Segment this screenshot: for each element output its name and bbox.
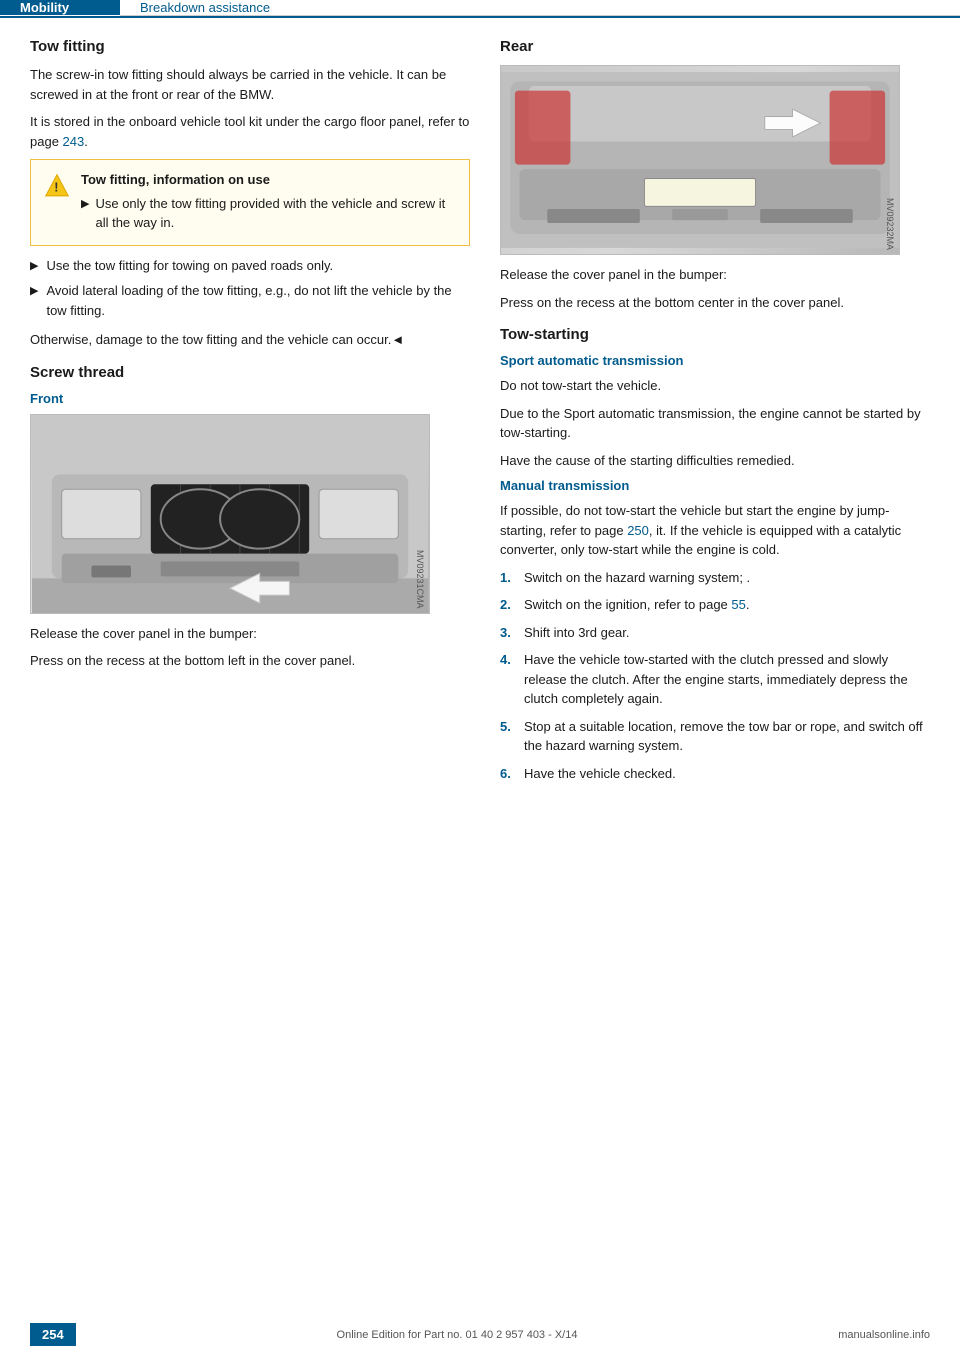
bullet-list: ▶ Use the tow fitting for towing on pave… — [30, 256, 470, 321]
step-2-text: Switch on the ignition, refer to page 55… — [524, 595, 750, 615]
page-link-55[interactable]: 55 — [731, 597, 745, 612]
bullet-arrow-2: ▶ — [30, 283, 38, 300]
tow-starting-section: Tow-starting Sport automatic transmissio… — [500, 326, 930, 783]
front-release-text: Release the cover panel in the bumper: — [30, 624, 470, 644]
svg-text:!: ! — [54, 181, 58, 195]
front-subtitle: Front — [30, 391, 470, 406]
screw-thread-section: Screw thread Front — [30, 364, 470, 671]
rear-release-text: Release the cover panel in the bumper: — [500, 265, 930, 285]
bullet-arrow-1: ▶ — [30, 258, 38, 275]
page-link-243[interactable]: 243 — [63, 134, 85, 149]
car-front-illustration: MV09231CMA — [31, 415, 429, 613]
step-4-text: Have the vehicle tow-started with the cl… — [524, 650, 930, 709]
tow-fitting-para2: It is stored in the onboard vehicle tool… — [30, 112, 470, 151]
warning-title: Tow fitting, information on use — [81, 170, 457, 190]
rear-section: Rear — [500, 38, 930, 312]
step-5: 5. Stop at a suitable location, remove t… — [500, 717, 930, 756]
footer-website: manualsonline.info — [838, 1329, 930, 1341]
page-footer: 254 Online Edition for Part no. 01 40 2 … — [0, 1323, 960, 1346]
step-5-text: Stop at a suitable location, remove the … — [524, 717, 930, 756]
tab-mobility[interactable]: Mobility — [0, 0, 120, 15]
tow-fitting-title: Tow fitting — [30, 38, 470, 55]
main-content: Tow fitting The screw-in tow fitting sho… — [0, 18, 960, 817]
tab-breakdown[interactable]: Breakdown assistance — [120, 0, 960, 16]
tow-fitting-section: Tow fitting The screw-in tow fitting sho… — [30, 38, 470, 350]
tow-fitting-para2-text: It is stored in the onboard vehicle tool… — [30, 114, 469, 149]
step-4: 4. Have the vehicle tow-started with the… — [500, 650, 930, 709]
arrow-icon-1: ▶ — [81, 196, 89, 213]
steps-list: 1. Switch on the hazard warning system; … — [500, 568, 930, 784]
step-1-text: Switch on the hazard warning system; . — [524, 568, 750, 588]
manual-para1: If possible, do not tow-start the vehicl… — [500, 501, 930, 560]
warning-box: ! Tow fitting, information on use ▶ Use … — [30, 159, 470, 246]
tow-fitting-para1: The screw-in tow fitting should always b… — [30, 65, 470, 104]
warning-item-1-text: Use only the tow fitting provided with t… — [95, 194, 457, 233]
rear-title: Rear — [500, 38, 930, 55]
rear-press-text: Press on the recess at the bottom center… — [500, 293, 930, 313]
front-press-text: Press on the recess at the bottom left i… — [30, 651, 470, 671]
tow-fitting-para2-end: . — [84, 134, 88, 149]
page-header: Mobility Breakdown assistance — [0, 0, 960, 18]
step-1-num: 1. — [500, 568, 516, 588]
car-rear-illustration: MV09232MA — [501, 66, 899, 254]
step-3-num: 3. — [500, 623, 516, 643]
front-image-label: MV09231CMA — [415, 550, 425, 609]
warning-item-1: ▶ Use only the tow fitting provided with… — [81, 194, 457, 233]
front-bumper-image: MV09231CMA — [30, 414, 430, 614]
step-4-num: 4. — [500, 650, 516, 670]
manual-trans-subtitle: Manual transmission — [500, 478, 930, 493]
step-3-text: Shift into 3rd gear. — [524, 623, 630, 643]
step-2-num: 2. — [500, 595, 516, 615]
page-number: 254 — [30, 1323, 76, 1346]
page-link-250[interactable]: 250 — [627, 523, 649, 538]
sport-auto-subtitle: Sport automatic transmission — [500, 353, 930, 368]
step-1: 1. Switch on the hazard warning system; … — [500, 568, 930, 588]
tab-breakdown-label: Breakdown assistance — [140, 0, 270, 15]
step-6: 6. Have the vehicle checked. — [500, 764, 930, 784]
rear-bumper-image: MV09232MA — [500, 65, 900, 255]
bullet-item-1: ▶ Use the tow fitting for towing on pave… — [30, 256, 470, 276]
bullet-item-2: ▶ Avoid lateral loading of the tow fitti… — [30, 281, 470, 320]
warning-content: Tow fitting, information on use ▶ Use on… — [81, 170, 457, 235]
tab-mobility-label: Mobility — [20, 0, 69, 15]
step-6-num: 6. — [500, 764, 516, 784]
step-2: 2. Switch on the ignition, refer to page… — [500, 595, 930, 615]
bullet-item-2-text: Avoid lateral loading of the tow fitting… — [46, 281, 470, 320]
right-column: Rear — [500, 38, 930, 797]
sport-para1: Do not tow-start the vehicle. — [500, 376, 930, 396]
left-column: Tow fitting The screw-in tow fitting sho… — [30, 38, 470, 797]
footer-edition-text: Online Edition for Part no. 01 40 2 957 … — [337, 1329, 578, 1341]
warning-icon: ! — [43, 172, 71, 200]
tow-fitting-para3: Otherwise, damage to the tow fitting and… — [30, 330, 470, 350]
screw-thread-title: Screw thread — [30, 364, 470, 381]
sport-para2: Due to the Sport automatic transmission,… — [500, 404, 930, 443]
step-6-text: Have the vehicle checked. — [524, 764, 676, 784]
step-3: 3. Shift into 3rd gear. — [500, 623, 930, 643]
step-5-num: 5. — [500, 717, 516, 737]
bullet-item-1-text: Use the tow fitting for towing on paved … — [46, 256, 333, 276]
rear-image-label: MV09232MA — [885, 198, 895, 250]
tow-starting-title: Tow-starting — [500, 326, 930, 343]
sport-para3: Have the cause of the starting difficult… — [500, 451, 930, 471]
